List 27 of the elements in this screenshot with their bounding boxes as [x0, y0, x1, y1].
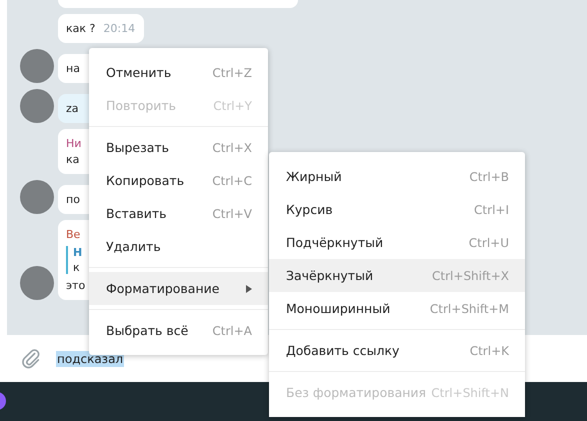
menu-item[interactable]: Вырезать Ctrl+X	[89, 131, 268, 164]
menu-item[interactable]: Вставить Ctrl+V	[89, 197, 268, 230]
avatar-circle[interactable]	[20, 180, 54, 214]
message-text: это	[66, 279, 86, 292]
menu-item[interactable]: Курсив Ctrl+I	[269, 193, 525, 226]
menu-item[interactable]: Удалить	[89, 230, 268, 263]
menu-item[interactable]: Отменить Ctrl+Z	[89, 56, 268, 89]
paperclip-icon[interactable]	[20, 348, 42, 370]
avatar-circle[interactable]	[20, 49, 54, 83]
quote-text: к	[73, 261, 81, 274]
avatar-circle[interactable]	[20, 266, 54, 300]
message-text: по	[66, 193, 80, 206]
menu-item[interactable]: Добавить ссылку Ctrl+K	[269, 334, 525, 367]
message-text: на	[66, 62, 80, 75]
menu-item[interactable]: Копировать Ctrl+C	[89, 164, 268, 197]
avatar-circle[interactable]	[20, 89, 54, 123]
menu-item[interactable]: Форматирование	[89, 272, 268, 305]
message-text: ка	[66, 153, 80, 166]
message-time: 20:14	[103, 22, 136, 35]
menu-item[interactable]: Подчёркнутый Ctrl+U	[269, 226, 525, 259]
menu-item[interactable]: Зачёркнутый Ctrl+Shift+X	[269, 259, 525, 292]
menu-item[interactable]: Моноширинный Ctrl+Shift+M	[269, 292, 525, 325]
message-text: za	[66, 102, 79, 115]
menu-item[interactable]: Жирный Ctrl+B	[269, 160, 525, 193]
menu-item[interactable]: Выбрать всё Ctrl+A	[89, 314, 268, 347]
sender-name: Ве	[66, 228, 82, 241]
message-text: как ?	[66, 22, 96, 35]
